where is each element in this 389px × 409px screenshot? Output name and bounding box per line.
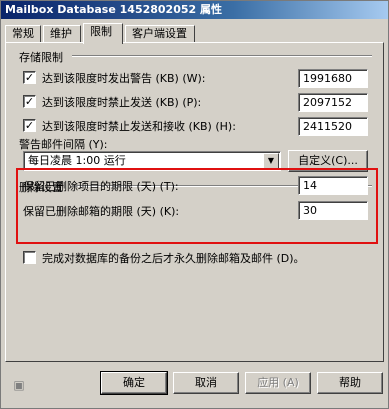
tab-general[interactable]: 常规 xyxy=(5,25,41,43)
storage-separator xyxy=(72,55,372,57)
prohibit-send-receive-label: 达到该限度时禁止发送和接收 (KB) (H): xyxy=(42,120,236,133)
dropdown-arrow-icon[interactable]: ▼ xyxy=(263,153,279,169)
prohibit-send-checkbox[interactable]: ✓ xyxy=(23,95,36,108)
cancel-button[interactable]: 取消 xyxy=(173,372,239,394)
warning-limit-label: 达到该限度时发出警告 (KB) (W): xyxy=(42,72,206,85)
warning-limit-checkbox[interactable]: ✓ xyxy=(23,71,36,84)
backup-delete-checkbox[interactable] xyxy=(23,251,36,264)
tab-limits[interactable]: 限制 xyxy=(83,23,123,44)
help-page-icon: ▣ xyxy=(13,378,25,392)
prohibit-send-input[interactable]: 2097152 xyxy=(298,93,368,112)
properties-dialog: Mailbox Database 1452802052 属性 常规 维护 限制 … xyxy=(0,0,389,409)
apply-button[interactable]: 应用 (A) xyxy=(245,372,311,394)
tab-maintenance[interactable]: 维护 xyxy=(43,25,81,43)
storage-limits-heading: 存储限制 xyxy=(19,51,63,64)
highlight-box xyxy=(16,168,378,244)
backup-delete-label: 完成对数据库的备份之后才永久删除邮箱及邮件 (D)。 xyxy=(42,252,305,265)
prohibit-send-receive-checkbox[interactable]: ✓ xyxy=(23,119,36,132)
window-title: Mailbox Database 1452802052 属性 xyxy=(5,3,223,16)
ok-button[interactable]: 确定 xyxy=(100,371,168,395)
warning-interval-value: 每日凌晨 1:00 运行 xyxy=(28,154,126,167)
prohibit-send-label: 达到该限度时禁止发送 (KB) (P): xyxy=(42,96,202,109)
prohibit-send-receive-input[interactable]: 2411520 xyxy=(298,117,368,136)
warning-interval-label: 警告邮件间隔 (Y): xyxy=(19,138,108,151)
title-bar: Mailbox Database 1452802052 属性 xyxy=(1,1,388,19)
tab-client-settings[interactable]: 客户端设置 xyxy=(125,25,195,43)
help-button[interactable]: 帮助 xyxy=(317,372,383,394)
warning-limit-input[interactable]: 1991680 xyxy=(298,69,368,88)
